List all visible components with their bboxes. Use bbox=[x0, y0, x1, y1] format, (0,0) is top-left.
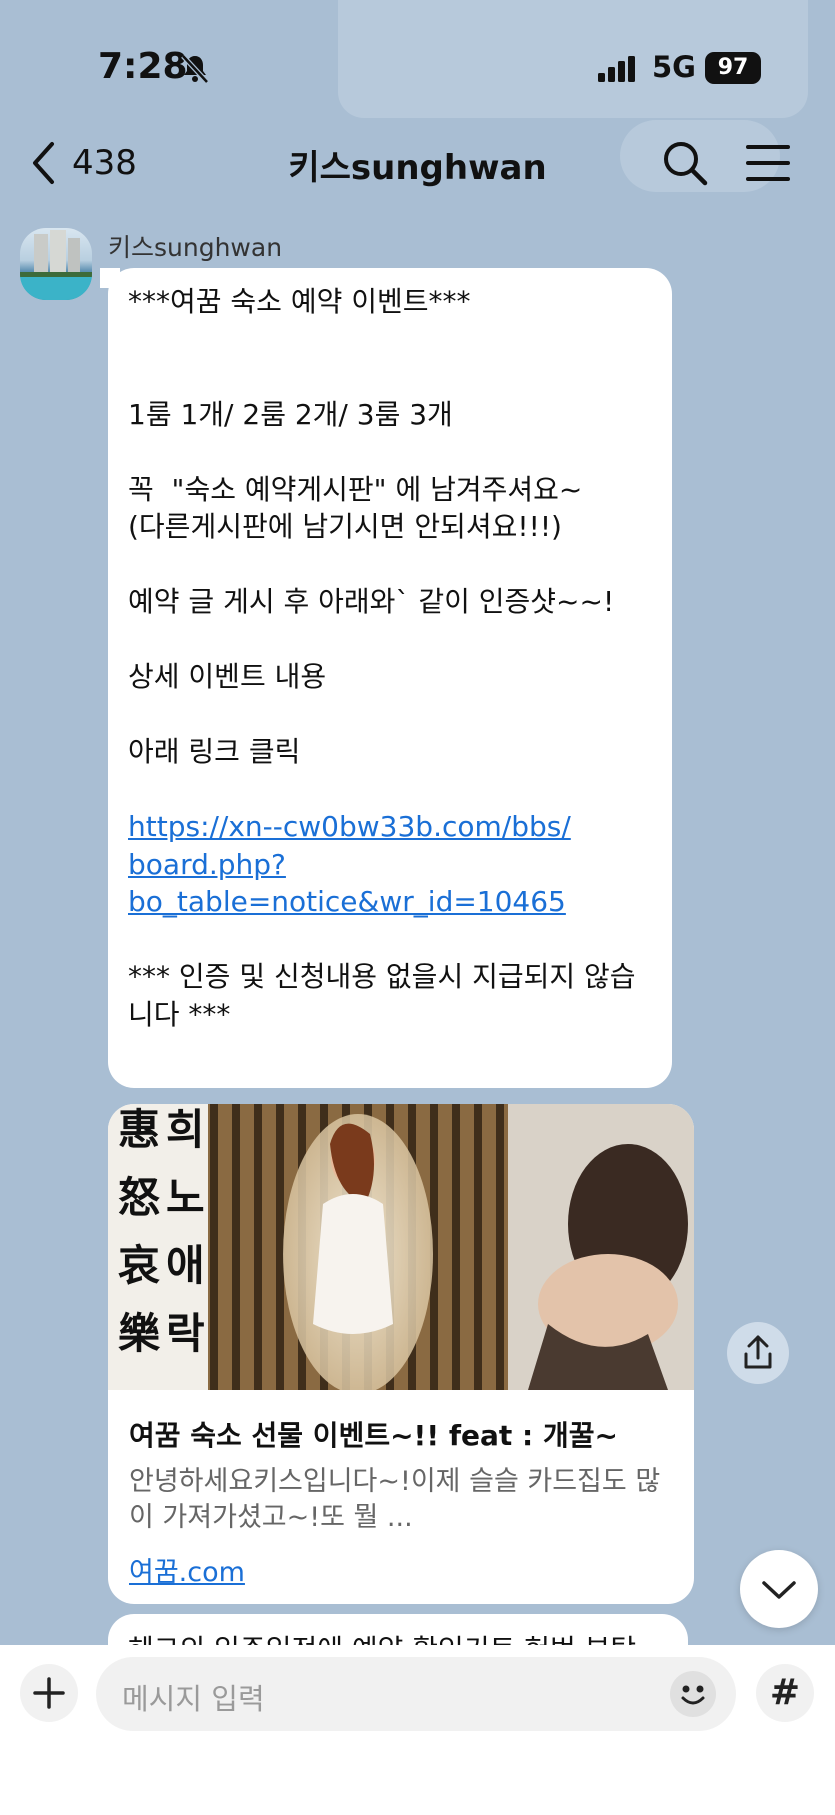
message-input-placeholder: 메시지 입력 bbox=[122, 1682, 265, 1716]
battery-indicator: 97 bbox=[705, 52, 761, 84]
status-time: 7:28 bbox=[98, 46, 188, 87]
link-preview-title: 여꿈 숙소 선물 이벤트~!! feat : 개꿀~ bbox=[129, 1419, 618, 1452]
image-caption-3: 애 bbox=[166, 1241, 205, 1290]
hamburger-menu-icon[interactable] bbox=[744, 140, 792, 186]
plus-icon bbox=[33, 1677, 65, 1709]
share-icon bbox=[744, 1335, 772, 1369]
message-text: ***여꿈 숙소 예약 이벤트*** 1룸 1개/ 2룸 2개/ 3룸 3개 꼭… bbox=[128, 283, 658, 1033]
status-bar: 7:28 5G 97 bbox=[0, 0, 835, 130]
message-footer: *** 인증 및 신청내용 없을시 지급되지 않습 니다 *** bbox=[128, 960, 636, 1031]
svg-text:樂: 樂 bbox=[118, 1309, 161, 1358]
share-button[interactable] bbox=[727, 1322, 789, 1384]
link-preview-image: 惠 怒 哀 樂 희 노 애 락 bbox=[108, 1104, 694, 1390]
sender-name: 키스sunghwan bbox=[108, 233, 283, 262]
search-icon[interactable] bbox=[660, 138, 710, 188]
svg-text:怒: 怒 bbox=[118, 1173, 160, 1222]
building-pool-photo bbox=[20, 230, 92, 300]
image-caption-1: 희 bbox=[166, 1105, 205, 1154]
chevron-down-icon bbox=[762, 1581, 796, 1599]
link-preview-domain[interactable]: 여꿈.com bbox=[129, 1550, 245, 1589]
scroll-to-bottom-button[interactable] bbox=[740, 1550, 818, 1628]
message-input[interactable]: 메시지 입력 bbox=[96, 1657, 736, 1731]
svg-text:哀: 哀 bbox=[118, 1241, 160, 1290]
link-preview-description: 안녕하세요키스입니다~!이제 슬슬 카드집도 많이 가져가셨고~!또 뭘 ... bbox=[129, 1466, 661, 1533]
image-caption-2: 노 bbox=[166, 1173, 205, 1222]
emoji-button[interactable] bbox=[670, 1671, 716, 1717]
network-type: 5G bbox=[652, 50, 696, 84]
emoji-icon bbox=[681, 1685, 705, 1705]
link-preview-card[interactable]: 惠 怒 哀 樂 희 노 애 락 여꿈 숙소 선물 이벤트~!! feat : 개… bbox=[108, 1104, 694, 1604]
hashtag-search-button[interactable]: # bbox=[756, 1664, 814, 1722]
image-caption-4: 락 bbox=[166, 1309, 205, 1358]
message-link[interactable]: https://xn--cw0bw33b.com/bbs/ board.php?… bbox=[128, 810, 571, 918]
attach-plus-button[interactable] bbox=[20, 1664, 78, 1722]
cellular-signal-icon bbox=[598, 56, 635, 82]
message-body: ***여꿈 숙소 예약 이벤트*** 1룸 1개/ 2룸 2개/ 3룸 3개 꼭… bbox=[128, 285, 615, 768]
sender-avatar[interactable] bbox=[20, 228, 92, 300]
svg-text:惠: 惠 bbox=[118, 1105, 160, 1154]
bell-slash-icon bbox=[181, 54, 209, 84]
